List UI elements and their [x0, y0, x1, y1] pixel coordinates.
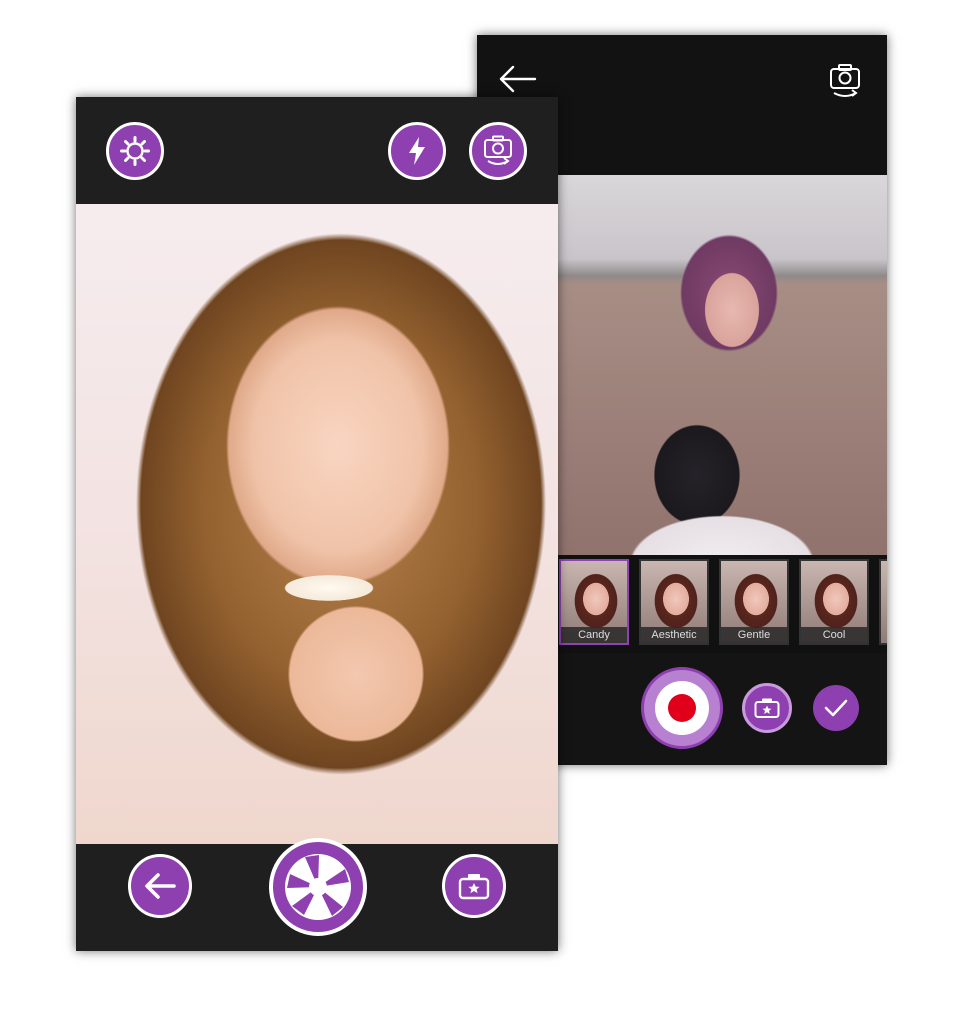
checkmark-icon	[824, 699, 848, 717]
filter-thumb-partial[interactable]	[879, 559, 887, 645]
camera-star-button[interactable]	[742, 683, 792, 733]
filter-label: Cool	[801, 627, 867, 643]
filter-thumb-candy[interactable]: Candy	[559, 559, 629, 645]
confirm-button[interactable]	[813, 685, 859, 731]
settings-button[interactable]	[106, 122, 164, 180]
camera-star-icon	[754, 698, 780, 718]
bottom-bar	[76, 838, 558, 951]
filter-thumb-aesthetic[interactable]: Aesthetic	[639, 559, 709, 645]
filter-thumb-gentle[interactable]: Gentle	[719, 559, 789, 645]
flash-button[interactable]	[388, 122, 446, 180]
camera-screen	[76, 97, 558, 951]
top-bar	[76, 97, 558, 204]
gear-icon	[120, 136, 150, 166]
arrow-left-icon[interactable]	[495, 61, 539, 97]
switch-camera-icon[interactable]	[825, 61, 865, 101]
camera-preview	[76, 204, 558, 844]
filtered-photo	[557, 175, 887, 595]
filter-label: Aesthetic	[641, 627, 707, 643]
filter-strip: Candy Aesthetic Gentle Cool	[557, 555, 887, 653]
switch-camera-icon	[484, 135, 512, 165]
arrow-left-icon	[145, 873, 176, 899]
filter-label: Gentle	[721, 627, 787, 643]
camera-star-icon	[458, 874, 490, 900]
flash-icon	[409, 137, 425, 165]
switch-camera-button[interactable]	[469, 122, 527, 180]
record-button[interactable]	[641, 667, 723, 749]
back-button[interactable]	[128, 854, 192, 918]
filter-thumb-cool[interactable]: Cool	[799, 559, 869, 645]
aperture-icon	[285, 854, 351, 920]
record-icon	[655, 681, 709, 735]
camera-star-button[interactable]	[442, 854, 506, 918]
shutter-button[interactable]	[269, 838, 367, 936]
filter-label: Candy	[561, 627, 627, 643]
